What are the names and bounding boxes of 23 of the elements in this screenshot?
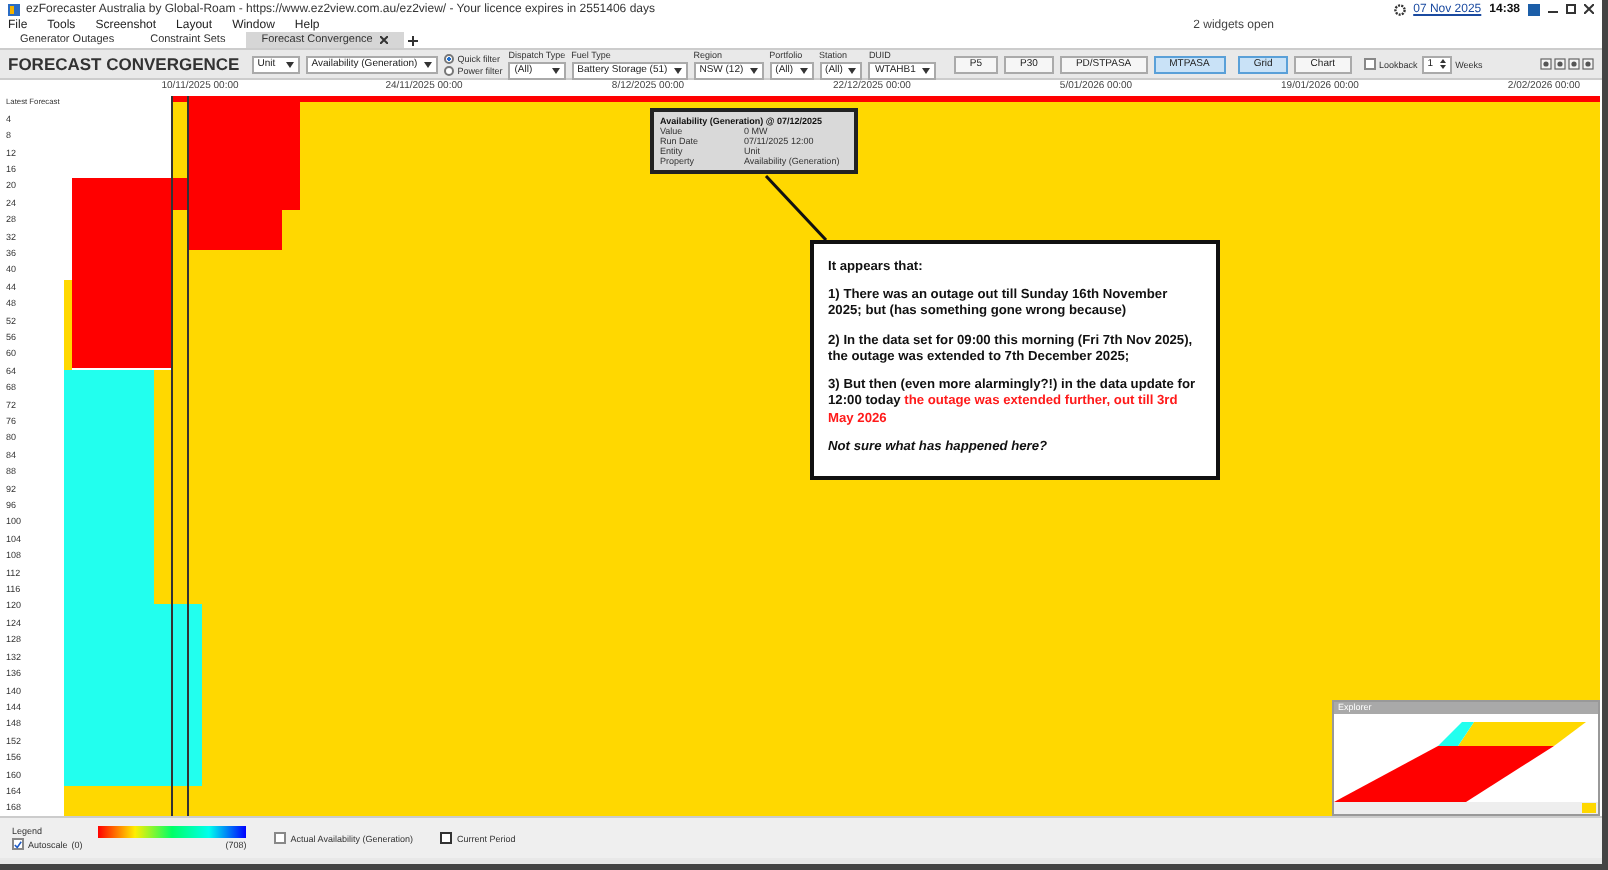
close-icon[interactable]: [1584, 4, 1594, 14]
checkbox[interactable]: [1363, 58, 1376, 70]
dropdown-caret-icon[interactable]: [423, 61, 432, 67]
radio-button[interactable]: [443, 53, 454, 63]
close-icon[interactable]: [380, 36, 389, 44]
dropdown-caret-icon[interactable]: [551, 67, 560, 73]
checkbox[interactable]: [12, 838, 24, 850]
dropdown-caret-icon[interactable]: [749, 67, 758, 73]
maximize-icon[interactable]: [1566, 4, 1576, 14]
checkbox[interactable]: [274, 832, 287, 844]
dropdown-caret-icon[interactable]: [673, 67, 682, 73]
add-tab-icon[interactable]: [408, 36, 419, 46]
dropdown-caret-icon[interactable]: [921, 67, 930, 73]
spinner-arrows-icon[interactable]: [1439, 58, 1446, 70]
radio-button[interactable]: [443, 65, 454, 75]
dropdown-caret-icon[interactable]: [799, 67, 808, 73]
app-logo-icon: [1528, 3, 1540, 15]
app-icon: [8, 3, 20, 15]
scrollbar-drawing[interactable]: [1334, 802, 1598, 814]
checkbox[interactable]: [440, 832, 453, 844]
dropdown-caret-icon[interactable]: [848, 67, 857, 73]
panel-title: FORECAST CONVERGENCE: [8, 54, 240, 74]
dropdown-caret-icon[interactable]: [285, 61, 294, 67]
